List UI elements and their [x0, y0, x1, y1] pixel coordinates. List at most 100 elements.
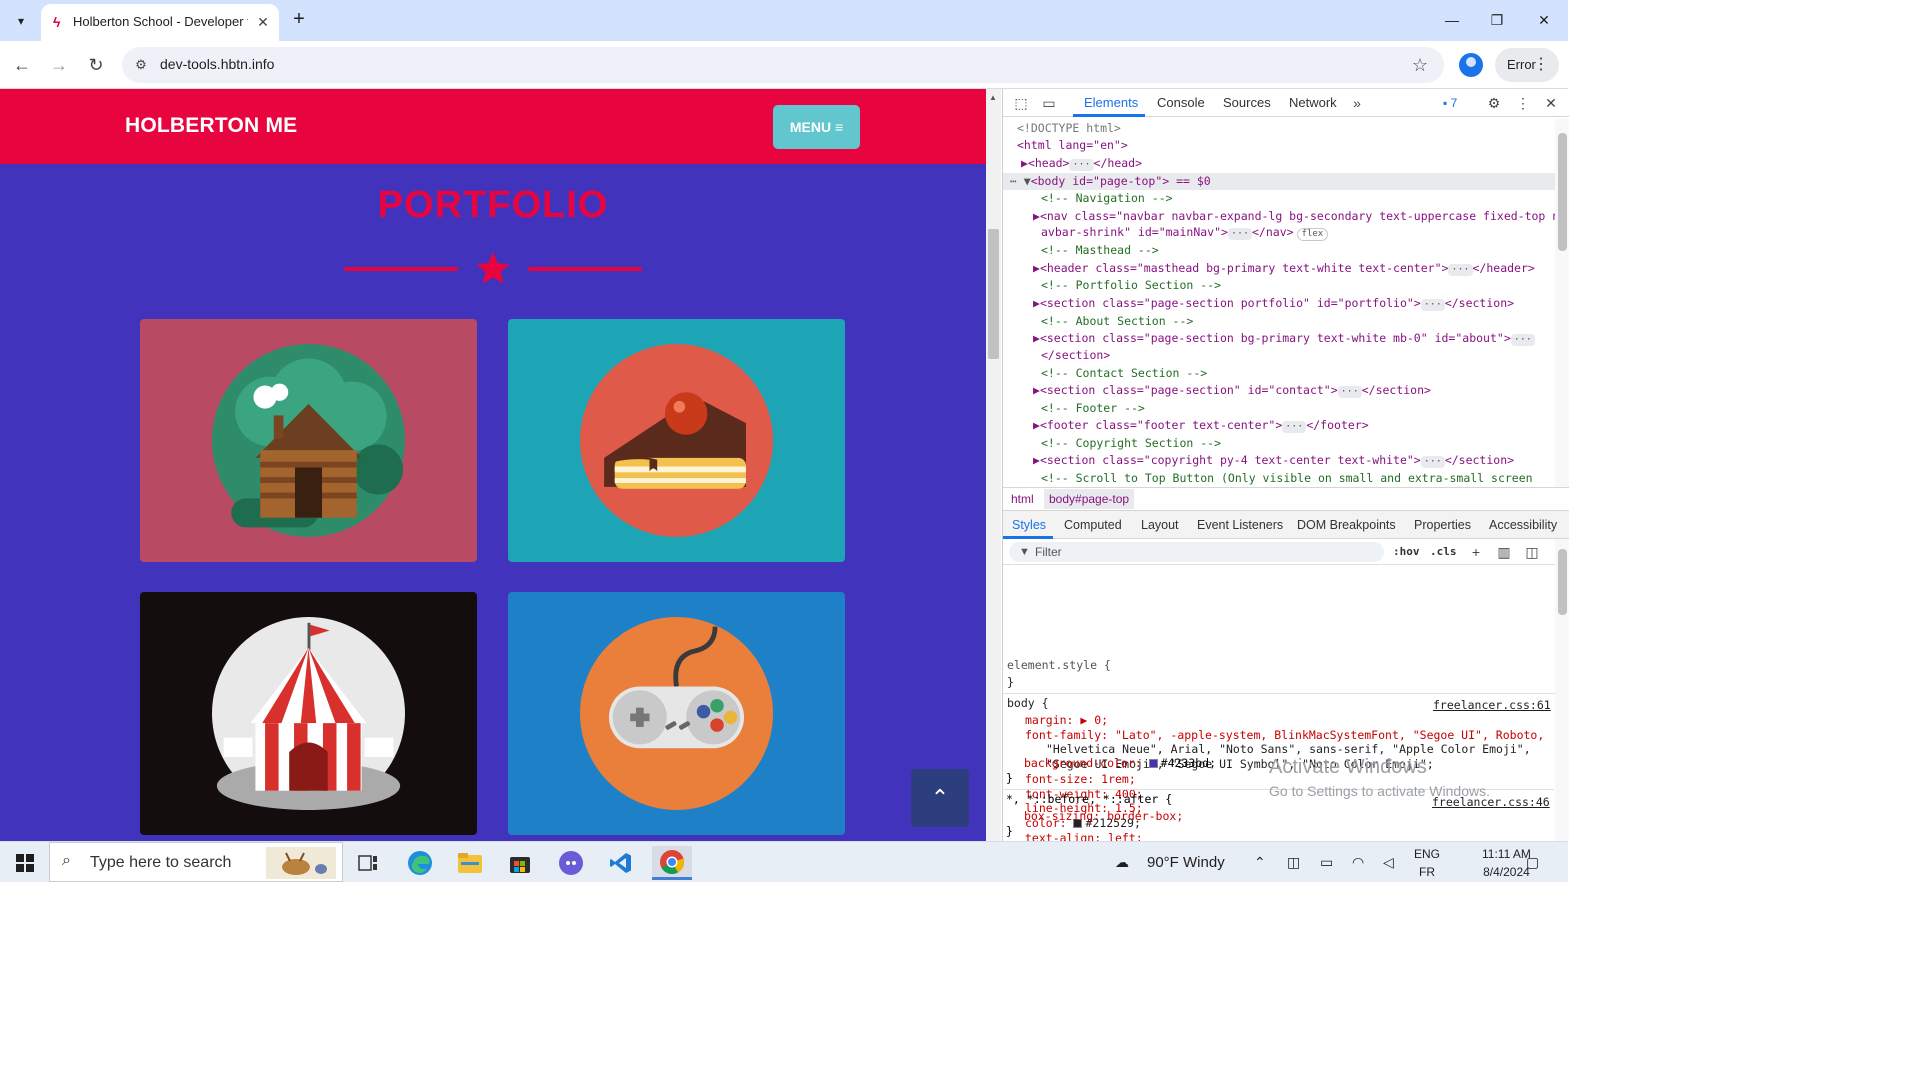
prop-font-size[interactable]: font-size: 1rem; [1025, 772, 1136, 787]
vscode-app-icon[interactable] [601, 846, 641, 880]
collapsed-ellipsis[interactable]: ··· [1448, 264, 1473, 276]
bookmark-star-icon[interactable]: ☆ [1408, 53, 1432, 77]
dom-node-section-about[interactable]: ▶<section class="page-section bg-primary… [1033, 330, 1535, 347]
page-scrollbar-thumb[interactable] [988, 229, 999, 359]
styles-scrollbar-thumb[interactable] [1558, 549, 1567, 615]
store-app-icon[interactable] [500, 846, 540, 880]
expand-arrow-icon[interactable]: ▶ [1033, 296, 1040, 310]
close-window-button[interactable]: ✕ [1524, 8, 1564, 32]
page-scrollbar[interactable]: ▲ [986, 89, 1001, 841]
scroll-up-arrow-icon[interactable]: ▲ [989, 93, 997, 102]
prop-text-align[interactable]: text-align: left; [1025, 831, 1143, 841]
network-wifi-icon[interactable]: ◠ [1352, 854, 1364, 871]
dom-node-footer[interactable]: ▶<footer class="footer text-center"> ··· <… [1033, 417, 1369, 434]
dom-node-section-portfolio[interactable]: ▶<section class="page-section portfolio"… [1033, 295, 1514, 312]
tab-close-icon[interactable]: ✕ [253, 12, 273, 32]
body-selector[interactable]: body { [1007, 696, 1049, 711]
portfolio-item-cake[interactable] [508, 319, 845, 562]
tab-computed[interactable]: Computed [1064, 518, 1122, 532]
site-brand[interactable]: HOLBERTON ME [125, 114, 297, 138]
dom-scrollbar-thumb[interactable] [1558, 133, 1567, 251]
cls-toggle[interactable]: .cls [1430, 545, 1457, 558]
dom-comment-scroll-top[interactable]: <!-- Scroll to Top Button (Only visible … [1041, 470, 1533, 487]
dom-node-html[interactable]: <html lang="en"> [1017, 137, 1128, 154]
site-info-icon[interactable]: ⚙ [132, 56, 150, 74]
dom-node-nav[interactable]: ▶<nav class="navbar navbar-expand-lg bg-… [1033, 208, 1555, 225]
portfolio-item-game[interactable] [508, 592, 845, 835]
forward-button[interactable]: → [47, 53, 71, 77]
input-language[interactable]: ENG FR [1414, 845, 1440, 881]
dom-comment-about[interactable]: <!-- About Section --> [1041, 313, 1193, 330]
settings-gear-icon[interactable]: ⚙ [1484, 93, 1504, 113]
profile-error-chip[interactable]: Error ⋮ [1495, 48, 1559, 82]
prop-margin[interactable]: margin: ▶ 0; [1025, 713, 1108, 728]
tab-event-listeners[interactable]: Event Listeners [1197, 518, 1283, 532]
expand-arrow-icon[interactable]: ▶ [1021, 156, 1028, 170]
device-toolbar-icon[interactable]: ▭ [1039, 93, 1059, 113]
address-bar[interactable]: ⚙ dev-tools.hbtn.info ☆ [122, 47, 1444, 83]
collapsed-ellipsis[interactable]: ··· [1510, 334, 1535, 346]
collapsed-ellipsis[interactable]: ··· [1227, 228, 1252, 240]
devtools-menu-icon[interactable]: ⋮ [1513, 93, 1533, 113]
sidebar-toggle-icon[interactable]: ◫ [1522, 542, 1542, 562]
tab-elements[interactable]: Elements [1084, 95, 1138, 110]
task-view-icon[interactable] [348, 846, 388, 880]
expand-arrow-icon[interactable]: ▶ [1033, 331, 1040, 345]
element-style-selector[interactable]: element.style { [1007, 658, 1111, 673]
tab-styles[interactable]: Styles [1012, 518, 1046, 532]
collapsed-ellipsis[interactable]: ··· [1420, 456, 1445, 468]
collapsed-ellipsis[interactable]: ··· [1282, 421, 1307, 433]
breadcrumb-body[interactable]: body#page-top [1044, 489, 1135, 509]
discord-app-icon[interactable] [551, 846, 591, 880]
dom-scrollbar[interactable] [1555, 119, 1569, 487]
prop-font-family[interactable]: font-family: "Lato", -apple-system, Blin… [1025, 728, 1544, 743]
notifications-icon[interactable]: ▢ [1526, 854, 1539, 871]
portfolio-item-circus[interactable] [140, 592, 477, 835]
tab-dom-breakpoints[interactable]: DOM Breakpoints [1297, 518, 1396, 532]
inspect-element-icon[interactable]: ⬚ [1011, 93, 1031, 113]
taskbar-clock[interactable]: 11:11 AM 8/4/2024 [1482, 845, 1531, 881]
dom-comment-portfolio[interactable]: <!-- Portfolio Section --> [1041, 277, 1221, 294]
bg-color-swatch[interactable] [1148, 759, 1158, 768]
expand-arrow-icon[interactable]: ▶ [1033, 209, 1040, 223]
profile-avatar-icon[interactable] [1459, 53, 1483, 77]
expand-arrow-icon[interactable]: ▶ [1033, 453, 1040, 467]
tab-accessibility[interactable]: Accessibility [1489, 518, 1557, 532]
new-tab-button[interactable]: + [287, 8, 311, 32]
expand-arrow-icon[interactable]: ▶ [1033, 261, 1040, 275]
paint-icon[interactable]: ▥ [1494, 542, 1514, 562]
dom-node-body-selected[interactable]: ⋯ ▼<body id="page-top"> == $0 [1003, 173, 1555, 190]
dom-comment-navigation[interactable]: <!-- Navigation --> [1041, 190, 1173, 207]
tab-layout[interactable]: Layout [1141, 518, 1179, 532]
weather-icon[interactable]: ☁ [1115, 854, 1129, 871]
prop-box-sizing[interactable]: box-sizing: border-box; [1024, 809, 1183, 823]
styles-filter-input[interactable]: ▼ Filter [1009, 542, 1384, 562]
dom-node-nav-cont[interactable]: avbar-shrink" id="mainNav"> ··· </nav> flex [1041, 224, 1329, 241]
prop-background-color[interactable]: background-color: #4233bd; [1024, 756, 1216, 771]
minimize-button[interactable]: — [1432, 8, 1472, 32]
battery-icon[interactable]: ▭ [1320, 854, 1333, 871]
weather-text[interactable]: 90°F Windy [1147, 854, 1225, 871]
collapsed-ellipsis[interactable]: ··· [1420, 299, 1445, 311]
restore-button[interactable]: ❐ [1477, 8, 1517, 32]
dom-node-section-about-close[interactable]: </section> [1041, 347, 1110, 364]
expand-arrow-icon[interactable]: ▶ [1033, 383, 1040, 397]
show-hidden-icons-icon[interactable]: ⌃ [1254, 854, 1266, 871]
dom-comment-copyright[interactable]: <!-- Copyright Section --> [1041, 435, 1221, 452]
new-rule-icon[interactable]: + [1466, 542, 1486, 562]
flex-badge[interactable]: flex [1296, 228, 1329, 241]
expand-arrow-icon[interactable]: ▶ [1033, 418, 1040, 432]
dom-comment-contact[interactable]: <!-- Contact Section --> [1041, 365, 1207, 382]
windows-start-icon[interactable] [16, 854, 34, 872]
browser-tab[interactable]: ϟ Holberton School - Developer t ✕ [41, 4, 279, 41]
universal-source-link[interactable]: freelancer.css:46 [1432, 795, 1550, 809]
dom-comment-footer[interactable]: <!-- Footer --> [1041, 400, 1145, 417]
meet-now-icon[interactable]: ◫ [1287, 854, 1300, 871]
taskbar-search-box[interactable]: ⌕ Type here to search [49, 842, 343, 882]
styles-scrollbar[interactable] [1555, 539, 1569, 841]
dom-node-doctype[interactable]: <!DOCTYPE html> [1017, 120, 1121, 137]
tab-network[interactable]: Network [1289, 95, 1337, 110]
universal-selector[interactable]: *, *::before, *::after { [1006, 792, 1172, 806]
hov-toggle[interactable]: :hov [1393, 545, 1420, 558]
scroll-to-top-button[interactable]: ⌃ [911, 769, 969, 827]
